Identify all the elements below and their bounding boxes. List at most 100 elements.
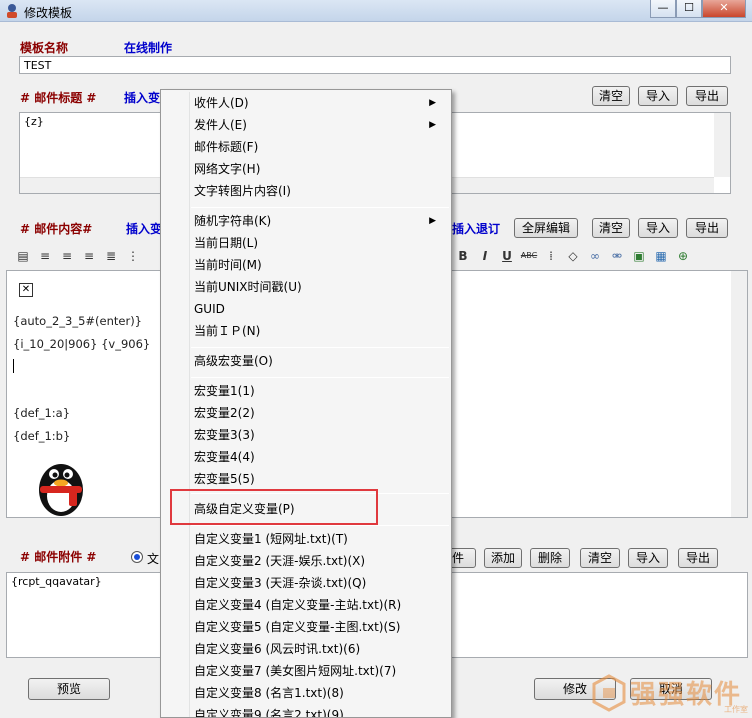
menu-item-custom-var-8[interactable]: 自定义变量8 (名言1.txt)(8) [194, 682, 444, 704]
watermark-logo-icon [592, 674, 626, 712]
content-line-1: {auto_2_3_5#(enter)} [13, 314, 142, 328]
menu-separator [191, 347, 449, 348]
strikethrough-icon[interactable]: ABC [520, 247, 538, 265]
content-insert-variable-link[interactable]: 插入变 [126, 220, 162, 237]
template-name-input[interactable]: TEST [19, 56, 731, 74]
eraser-icon[interactable]: ◇ [564, 247, 582, 265]
subject-import-button[interactable]: 导入 [638, 86, 678, 106]
menu-item-custom-var-7[interactable]: 自定义变量7 (美女图片短网址.txt)(7) [194, 660, 444, 682]
italic-icon[interactable]: I [476, 247, 494, 265]
menu-item-custom-var-6[interactable]: 自定义变量6 (风云时讯.txt)(6) [194, 638, 444, 660]
menu-item-macro-4[interactable]: 宏变量4(4) [194, 446, 444, 468]
insert-table-icon[interactable]: ▦ [652, 247, 670, 265]
attachment-delete-button[interactable]: 删除 [530, 548, 570, 568]
attachment-import-button[interactable]: 导入 [628, 548, 668, 568]
menu-item-custom-var-3[interactable]: 自定义变量3 (天涯-杂谈.txt)(Q) [194, 572, 444, 594]
menu-item-unix-timestamp[interactable]: 当前UNIX时间戳(U) [194, 276, 444, 298]
content-export-button[interactable]: 导出 [686, 218, 728, 238]
subject-insert-variable-link[interactable]: 插入变 [124, 89, 160, 106]
fullscreen-edit-button[interactable]: 全屏编辑 [514, 218, 578, 238]
menu-item-current-ip[interactable]: 当前ＩＰ(N) [194, 320, 444, 342]
insert-image-icon[interactable]: ▣ [630, 247, 648, 265]
insert-unsubscribe-link[interactable]: 插入退订 [452, 220, 500, 237]
menu-item-macro-1[interactable]: 宏变量1(1) [194, 380, 444, 402]
menu-item-current-date[interactable]: 当前日期(L) [194, 232, 444, 254]
broken-image-icon: ✕ [19, 283, 33, 297]
subject-vscroll[interactable] [714, 113, 730, 177]
align-center-icon[interactable]: ≡ [58, 247, 76, 265]
menu-item-macro-3[interactable]: 宏变量3(3) [194, 424, 444, 446]
highlight-annotation [170, 489, 378, 525]
watermark-subtext: 工作室 [724, 705, 748, 714]
menu-item-custom-var-1[interactable]: 自定义变量1 (短网址.txt)(T) [194, 528, 444, 550]
attachment-clear-button[interactable]: 清空 [580, 548, 620, 568]
underline-icon[interactable]: U [498, 247, 516, 265]
content-line-3: {def_1:a} [13, 406, 71, 420]
subject-text: {z} [24, 115, 44, 128]
unlink-icon[interactable]: ⚮ [608, 247, 626, 265]
menu-separator [191, 525, 449, 526]
close-button[interactable]: ✕ [702, 0, 746, 18]
menu-item-label: 发件人(E) [194, 118, 247, 132]
subject-label: # 邮件标题 # [20, 91, 97, 105]
window-title: 修改模板 [24, 6, 73, 20]
menu-item-macro-5[interactable]: 宏变量5(5) [194, 468, 444, 490]
submenu-arrow-icon: ▶ [429, 216, 436, 226]
table-dots-icon[interactable]: ⁞ [542, 247, 560, 265]
attachment-add-button[interactable]: 添加 [484, 548, 522, 568]
menu-item-advanced-macro[interactable]: 高级宏变量(O) [194, 350, 444, 372]
content-line-2: {i_10_20|906} {v_906} [13, 337, 151, 351]
menu-item-mail-subject[interactable]: 邮件标题(F) [194, 136, 444, 158]
insert-variable-menu: 收件人(D) ▶ 发件人(E) ▶ 邮件标题(F) 网络文字(H) 文字转图片内… [160, 89, 452, 718]
editor-toolbar-left: ▤ ≡ ≡ ≡ ≣ ⋮ [14, 247, 142, 265]
attachment-type-radio[interactable] [131, 551, 143, 563]
subject-export-button[interactable]: 导出 [686, 86, 728, 106]
insert-line-icon[interactable]: ⊕ [674, 247, 692, 265]
align-justify-icon[interactable]: ≣ [102, 247, 120, 265]
bold-icon[interactable]: B [454, 247, 472, 265]
window-controls: — ☐ ✕ [650, 0, 746, 18]
menu-item-current-time[interactable]: 当前时间(M) [194, 254, 444, 276]
attachment-export-button[interactable]: 导出 [678, 548, 718, 568]
attachment-label: # 邮件附件 # [20, 550, 97, 564]
attachment-radio-label: 文 [147, 552, 160, 566]
menu-item-label: 随机字符串(K) [194, 214, 272, 228]
online-make-link[interactable]: 在线制作 [124, 39, 172, 56]
preview-button[interactable]: 预览 [28, 678, 110, 700]
app-icon [7, 4, 17, 18]
menu-item-custom-var-9[interactable]: 自定义变量9 (名言2.txt)(9) [194, 704, 444, 717]
content-vscroll[interactable] [731, 271, 747, 517]
menu-item-text-to-image[interactable]: 文字转图片内容(I) [194, 180, 444, 202]
menu-item-custom-var-4[interactable]: 自定义变量4 (自定义变量-主站.txt)(R) [194, 594, 444, 616]
menu-item-sender[interactable]: 发件人(E) ▶ [194, 114, 444, 136]
content-line-4: {def_1:b} [13, 429, 71, 443]
watermark: 强强软件 工作室 [584, 668, 752, 718]
subject-clear-button[interactable]: 清空 [592, 86, 630, 106]
menu-separator [191, 377, 449, 378]
content-import-button[interactable]: 导入 [638, 218, 678, 238]
menu-item-web-text[interactable]: 网络文字(H) [194, 158, 444, 180]
maximize-button[interactable]: ☐ [676, 0, 702, 18]
qq-penguin-icon [39, 464, 83, 516]
menu-item-macro-2[interactable]: 宏变量2(2) [194, 402, 444, 424]
menu-item-guid[interactable]: GUID [194, 298, 444, 320]
submenu-arrow-icon: ▶ [429, 98, 436, 108]
align-right-icon[interactable]: ≡ [80, 247, 98, 265]
link-icon[interactable]: ∞ [586, 247, 604, 265]
content-clear-button[interactable]: 清空 [592, 218, 630, 238]
menu-separator [191, 207, 449, 208]
minimize-button[interactable]: — [650, 0, 676, 18]
ordered-list-icon[interactable]: ⋮ [124, 247, 142, 265]
template-name-label: 模板名称 [20, 41, 69, 55]
source-icon[interactable]: ▤ [14, 247, 32, 265]
content-label: # 邮件内容# [20, 222, 93, 236]
menu-item-custom-var-2[interactable]: 自定义变量2 (天涯-娱乐.txt)(X) [194, 550, 444, 572]
attachment-item: {rcpt_qqavatar} [11, 575, 102, 588]
menu-item-recipient[interactable]: 收件人(D) ▶ [194, 92, 444, 114]
menu-item-custom-var-5[interactable]: 自定义变量5 (自定义变量-主图.txt)(S) [194, 616, 444, 638]
menu-item-label: 收件人(D) [194, 96, 249, 110]
editor-toolbar-right: B I U ABC ⁞ ◇ ∞ ⚮ ▣ ▦ ⊕ [454, 247, 692, 265]
menu-item-random-string[interactable]: 随机字符串(K) ▶ [194, 210, 444, 232]
align-left-icon[interactable]: ≡ [36, 247, 54, 265]
title-bar: 修改模板 — ☐ ✕ [0, 0, 752, 22]
